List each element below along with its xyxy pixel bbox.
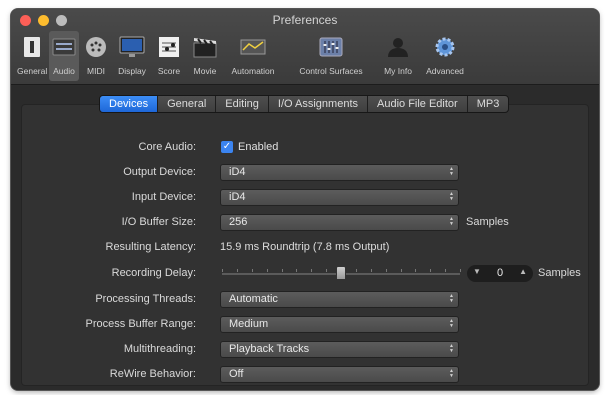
slider-tick bbox=[311, 269, 313, 272]
automation-icon bbox=[240, 39, 266, 55]
general-icon bbox=[24, 37, 40, 57]
control-surfaces-icon bbox=[319, 37, 343, 57]
slider-tick bbox=[370, 269, 372, 272]
slider-tick bbox=[355, 269, 357, 272]
multithreading-popup[interactable]: Playback Tracks ▲ ▼ bbox=[220, 341, 459, 358]
toolbar-audio[interactable]: Audio bbox=[49, 31, 79, 81]
recording-delay-unit: Samples bbox=[538, 267, 581, 279]
popup-arrows-icon: ▲ ▼ bbox=[449, 293, 454, 304]
movie-icon bbox=[193, 38, 217, 58]
slider-tick bbox=[281, 269, 283, 272]
processing-threads-popup[interactable]: Automatic ▲ ▼ bbox=[220, 291, 459, 308]
display-icon bbox=[119, 36, 145, 57]
tab-audio-file-editor[interactable]: Audio File Editor bbox=[368, 96, 468, 112]
popup-arrows-icon: ▲ ▼ bbox=[449, 368, 454, 379]
toolbar-score[interactable]: Score bbox=[152, 31, 186, 81]
tab-bar: Devices General Editing I/O Assignments … bbox=[99, 95, 510, 113]
input-device-label: Input Device: bbox=[131, 191, 196, 203]
resulting-latency-value: 15.9 ms Roundtrip (7.8 ms Output) bbox=[220, 241, 390, 253]
recording-delay-label: Recording Delay: bbox=[111, 267, 196, 279]
popup-arrows-icon: ▲ ▼ bbox=[449, 318, 454, 329]
slider-tick bbox=[445, 269, 447, 272]
popup-arrows-icon: ▲ ▼ bbox=[449, 191, 454, 202]
resulting-latency-row: Resulting Latency: 15.9 ms Roundtrip (7.… bbox=[22, 238, 588, 258]
midi-icon bbox=[86, 37, 106, 57]
slider-tick bbox=[430, 269, 432, 272]
core-audio-checkbox[interactable]: ✓ bbox=[221, 141, 233, 153]
slider-tick bbox=[385, 269, 387, 272]
output-device-row: Output Device: iD4 ▲ ▼ bbox=[22, 163, 588, 183]
toolbar-my-info[interactable]: My Info bbox=[377, 31, 419, 81]
multithreading-label: Multithreading: bbox=[123, 343, 196, 355]
processing-threads-label: Processing Threads: bbox=[95, 293, 196, 305]
slider-tick bbox=[296, 269, 298, 272]
multithreading-row: Multithreading: Playback Tracks ▲ ▼ bbox=[22, 340, 588, 360]
process-buffer-range-popup[interactable]: Medium ▲ ▼ bbox=[220, 316, 459, 333]
title-bar: Preferences General Audio MIDI Display S… bbox=[11, 9, 599, 85]
tab-io-assignments[interactable]: I/O Assignments bbox=[269, 96, 368, 112]
tab-general[interactable]: General bbox=[158, 96, 217, 112]
output-device-popup[interactable]: iD4 ▲ ▼ bbox=[220, 164, 459, 181]
tab-mp3[interactable]: MP3 bbox=[468, 96, 509, 112]
rewire-behavior-label: ReWire Behavior: bbox=[109, 368, 196, 380]
slider-tick bbox=[460, 269, 461, 272]
popup-arrows-icon: ▲ ▼ bbox=[449, 166, 454, 177]
slider-tick bbox=[251, 269, 253, 272]
toolbar-general[interactable]: General bbox=[17, 31, 47, 81]
tab-editing[interactable]: Editing bbox=[216, 96, 269, 112]
io-buffer-size-popup[interactable]: 256 ▲ ▼ bbox=[220, 214, 459, 231]
popup-arrows-icon: ▲ ▼ bbox=[449, 216, 454, 227]
core-audio-row: Core Audio: ✓ Enabled bbox=[22, 138, 588, 158]
processing-threads-row: Processing Threads: Automatic ▲ ▼ bbox=[22, 290, 588, 310]
increment-icon[interactable]: ▲ bbox=[519, 267, 527, 276]
slider-tick bbox=[400, 269, 402, 272]
slider-tick bbox=[222, 269, 223, 272]
input-device-popup[interactable]: iD4 ▲ ▼ bbox=[220, 189, 459, 206]
tab-devices[interactable]: Devices bbox=[100, 96, 159, 112]
output-device-label: Output Device: bbox=[123, 166, 196, 178]
slider-tick bbox=[326, 269, 328, 272]
core-audio-label: Core Audio: bbox=[138, 141, 196, 153]
preferences-window: Preferences General Audio MIDI Display S… bbox=[11, 9, 599, 390]
resulting-latency-label: Resulting Latency: bbox=[105, 241, 197, 253]
window-title: Preferences bbox=[272, 13, 338, 27]
recording-delay-row: Recording Delay: ▼ 0 ▲ Samples bbox=[22, 264, 588, 284]
devices-panel: Core Audio: ✓ Enabled Output Device: iD4… bbox=[21, 104, 589, 386]
rewire-behavior-popup[interactable]: Off ▲ ▼ bbox=[220, 366, 459, 383]
advanced-icon bbox=[435, 37, 455, 57]
toolbar-advanced[interactable]: Advanced bbox=[421, 31, 469, 81]
audio-icon bbox=[52, 38, 76, 56]
toolbar-midi[interactable]: MIDI bbox=[81, 31, 111, 81]
process-buffer-range-label: Process Buffer Range: bbox=[85, 318, 196, 330]
recording-delay-stepper[interactable]: ▼ 0 ▲ bbox=[467, 265, 533, 282]
core-audio-value: Enabled bbox=[238, 141, 279, 153]
toolbar-control-surfaces[interactable]: Control Surfaces bbox=[287, 31, 375, 81]
my-info-icon bbox=[388, 38, 408, 57]
toolbar-display[interactable]: Display bbox=[112, 31, 152, 81]
content-area: Core Audio: ✓ Enabled Output Device: iD4… bbox=[11, 86, 599, 390]
toolbar-movie[interactable]: Movie bbox=[187, 31, 223, 81]
slider-tick bbox=[415, 269, 417, 272]
score-icon bbox=[159, 37, 179, 57]
io-buffer-size-label: I/O Buffer Size: bbox=[121, 216, 196, 228]
io-buffer-size-row: I/O Buffer Size: 256 ▲ ▼ Samples bbox=[22, 213, 588, 233]
process-buffer-range-row: Process Buffer Range: Medium ▲ ▼ bbox=[22, 315, 588, 335]
toolbar-automation[interactable]: Automation bbox=[223, 31, 283, 81]
rewire-behavior-row: ReWire Behavior: Off ▲ ▼ bbox=[22, 365, 588, 385]
slider-tick bbox=[236, 269, 238, 272]
io-buffer-size-unit: Samples bbox=[466, 216, 509, 228]
recording-delay-slider-thumb[interactable] bbox=[336, 266, 346, 280]
slider-tick bbox=[266, 269, 268, 272]
popup-arrows-icon: ▲ ▼ bbox=[449, 343, 454, 354]
input-device-row: Input Device: iD4 ▲ ▼ bbox=[22, 188, 588, 208]
